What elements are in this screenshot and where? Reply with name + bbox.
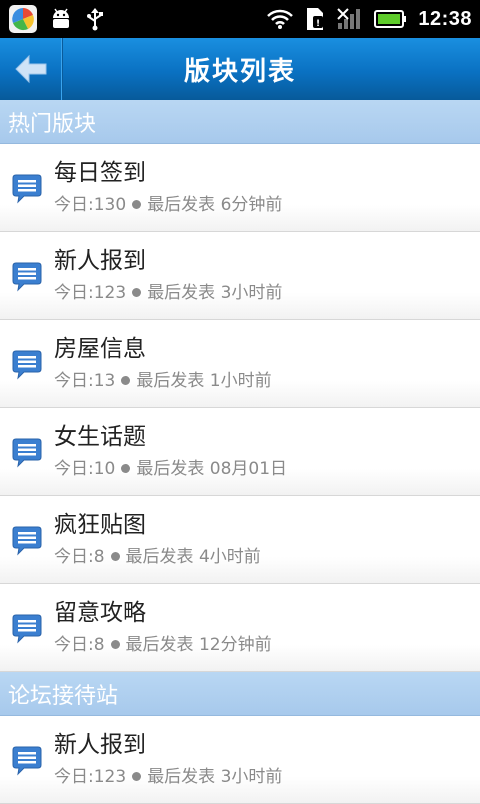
usb-icon — [84, 6, 106, 32]
forum-icon — [12, 262, 42, 291]
forum-icon — [12, 526, 42, 555]
android-debug-icon — [48, 6, 74, 32]
signal-icon — [336, 7, 364, 31]
section-header-hot: 热门版块 — [0, 100, 480, 144]
last-post: 最后发表 12分钟前 — [125, 634, 272, 655]
separator-dot — [132, 200, 142, 209]
last-post: 最后发表 3小时前 — [147, 282, 283, 303]
status-time: 12:38 — [418, 7, 472, 30]
title-bar: 版块列表 — [0, 38, 480, 100]
forum-icon — [12, 174, 42, 203]
sim-icon: ! — [304, 6, 326, 32]
today-count: 今日:10 — [54, 458, 116, 479]
today-count: 今日:130 — [54, 194, 127, 215]
last-post: 最后发表 3小时前 — [147, 766, 283, 787]
list-item[interactable]: 疯狂贴图 今日:8 最后发表 4小时前 — [0, 496, 480, 584]
app-icon — [8, 4, 38, 34]
separator-dot — [121, 376, 131, 385]
section-header-reception: 论坛接待站 — [0, 672, 480, 716]
list-item[interactable]: 房屋信息 今日:13 最后发表 1小时前 — [0, 320, 480, 408]
forum-title: 女生话题 — [54, 423, 146, 450]
forum-title: 新人报到 — [54, 247, 146, 274]
forum-icon — [12, 438, 42, 467]
forum-title: 房屋信息 — [54, 335, 146, 362]
last-post: 最后发表 08月01日 — [136, 458, 288, 479]
last-post: 最后发表 4小时前 — [125, 546, 261, 567]
list-item[interactable]: 留意攻略 今日:8 最后发表 12分钟前 — [0, 584, 480, 672]
forum-icon — [12, 746, 42, 775]
separator-dot — [110, 640, 120, 649]
forum-icon — [12, 350, 42, 379]
forum-title: 新人报到 — [54, 731, 146, 758]
separator-dot — [121, 464, 131, 473]
list-item[interactable]: 女生话题 今日:10 最后发表 08月01日 — [0, 408, 480, 496]
status-bar: ! 12:38 — [0, 0, 480, 38]
separator-dot — [110, 552, 120, 561]
today-count: 今日:123 — [54, 282, 127, 303]
list-item[interactable]: 每日签到 今日:130 最后发表 6分钟前 — [0, 144, 480, 232]
back-button[interactable] — [0, 38, 63, 100]
separator-dot — [132, 772, 142, 781]
back-arrow-icon — [15, 54, 47, 84]
list-item[interactable]: 新人报到 今日:123 最后发表 3小时前 — [0, 716, 480, 804]
battery-icon — [374, 8, 408, 30]
list-item[interactable]: 新人报到 今日:123 最后发表 3小时前 — [0, 232, 480, 320]
forum-icon — [12, 614, 42, 643]
separator-dot — [132, 288, 142, 297]
today-count: 今日:13 — [54, 370, 116, 391]
svg-text:!: ! — [316, 19, 320, 29]
today-count: 今日:8 — [54, 546, 105, 567]
forum-title: 每日签到 — [54, 159, 146, 186]
today-count: 今日:8 — [54, 634, 105, 655]
forum-title: 留意攻略 — [54, 599, 146, 626]
wifi-icon — [266, 8, 294, 30]
last-post: 最后发表 1小时前 — [136, 370, 272, 391]
today-count: 今日:123 — [54, 766, 127, 787]
forum-title: 疯狂贴图 — [54, 511, 146, 538]
page-title: 版块列表 — [183, 56, 296, 87]
last-post: 最后发表 6分钟前 — [147, 194, 283, 215]
